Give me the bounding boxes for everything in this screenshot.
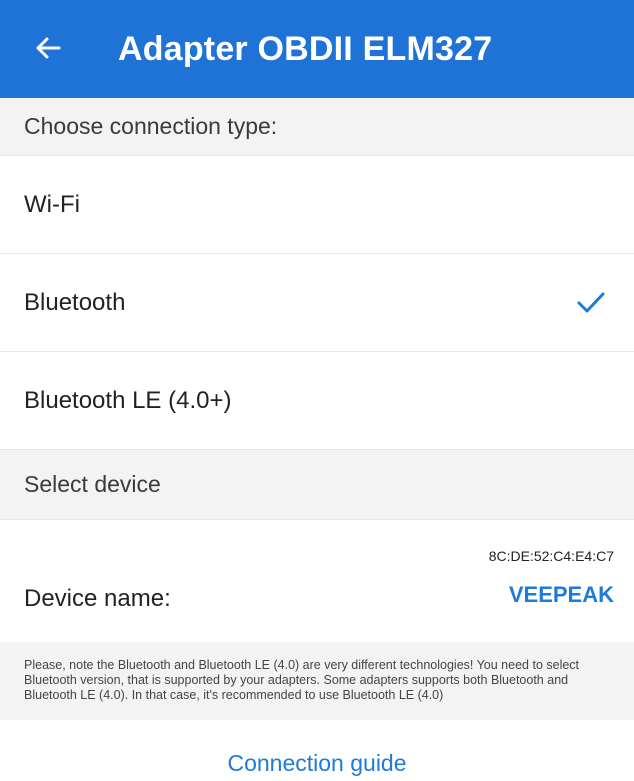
note-text: Please, note the Bluetooth and Bluetooth… [24, 658, 580, 702]
bluetooth-note: Please, note the Bluetooth and Bluetooth… [0, 642, 634, 720]
option-bluetooth-le-label: Bluetooth LE (4.0+) [24, 386, 232, 414]
option-wifi-label: Wi-Fi [24, 190, 80, 218]
device-row[interactable]: 8C:DE:52:C4:E4:C7 Device name: VEEPEAK [0, 520, 634, 640]
page-title: Adapter OBDII ELM327 [118, 30, 493, 68]
option-bluetooth[interactable]: Bluetooth [0, 254, 634, 352]
select-device-label: Select device [24, 471, 161, 497]
back-arrow-icon[interactable] [34, 34, 62, 62]
app-bar: Adapter OBDII ELM327 [0, 0, 634, 98]
option-wifi[interactable]: Wi-Fi [0, 156, 634, 254]
connection-guide-link[interactable]: Connection guide [0, 750, 634, 777]
option-bluetooth-le[interactable]: Bluetooth LE (4.0+) [0, 352, 634, 450]
device-name-label: Device name: [24, 585, 171, 612]
connection-type-header: Choose connection type: [0, 98, 634, 156]
select-device-header: Select device [0, 450, 634, 520]
device-name-value[interactable]: VEEPEAK [509, 582, 614, 608]
device-mac-address: 8C:DE:52:C4:E4:C7 [488, 548, 614, 564]
checkmark-icon [576, 291, 606, 315]
option-bluetooth-label: Bluetooth [24, 288, 126, 316]
connection-type-label: Choose connection type: [24, 113, 278, 139]
